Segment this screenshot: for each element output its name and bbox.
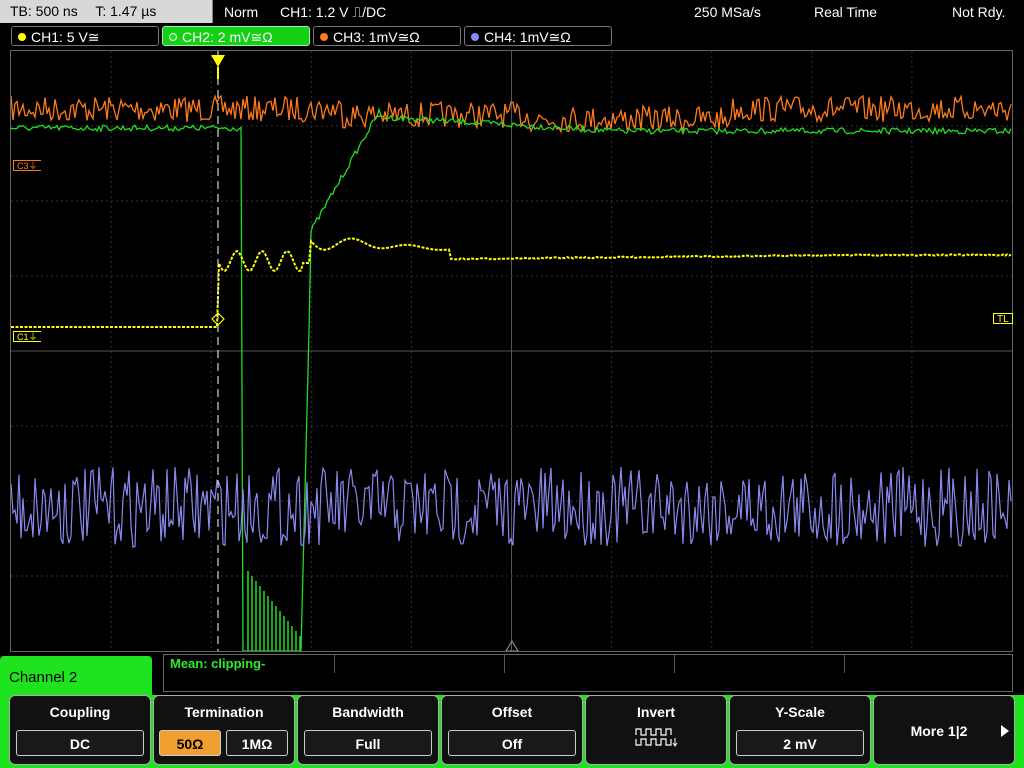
status-bar: TB: 500 ns T: 1.47 µs Norm CH1: 1.2 V ⎍/…	[0, 0, 1024, 24]
tab-ch3[interactable]: CH3: 1mV≅Ω	[313, 26, 461, 46]
bandwidth-value[interactable]: Full	[304, 730, 432, 756]
measurement-bar: Mean: clipping-	[163, 654, 1013, 692]
trigger-position-icon[interactable]	[211, 55, 225, 67]
invert-softkey[interactable]: Invert	[585, 695, 727, 765]
more-label: More 1|2	[910, 723, 968, 739]
bandwidth-softkey[interactable]: Bandwidth Full	[297, 695, 439, 765]
yscale-label: Y-Scale	[775, 704, 825, 720]
trigger-mode[interactable]: Norm	[224, 0, 258, 24]
termination-1m-ohm[interactable]: 1MΩ	[226, 730, 288, 756]
tab-ch2-label: CH2: 2 mV≅Ω	[182, 29, 273, 45]
ready-state: Not Rdy.	[952, 4, 1006, 20]
graticule	[11, 51, 1012, 651]
tab-ch1[interactable]: CH1: 5 V≅	[11, 26, 159, 46]
termination-softkey[interactable]: Termination 50Ω 1MΩ	[153, 695, 295, 765]
tab-ch2[interactable]: CH2: 2 mV≅Ω	[162, 26, 310, 46]
waveform-canvas	[11, 51, 1012, 651]
timebase-value: TB: 500 ns	[10, 3, 78, 19]
tab-ch3-label: CH3: 1mV≅Ω	[333, 29, 420, 45]
acquisition-mode[interactable]: Real Time	[814, 0, 877, 24]
chevron-right-icon	[1001, 725, 1009, 737]
termination-50-ohm[interactable]: 50Ω	[159, 730, 221, 756]
yscale-softkey[interactable]: Y-Scale 2 mV	[729, 695, 871, 765]
ch1-ground-marker[interactable]: C1⏚	[13, 331, 41, 342]
coupling-label: Coupling	[49, 704, 111, 720]
channel-tabs: CH1: 5 V≅ CH2: 2 mV≅Ω CH3: 1mV≅Ω CH4: 1m…	[0, 26, 1024, 48]
ch4-color-dot	[471, 33, 479, 42]
ch3-ground-marker[interactable]: C3⏚	[13, 160, 41, 171]
menu-title: Channel 2	[0, 656, 152, 700]
measurement-cell	[504, 655, 675, 673]
trigger-stem	[217, 67, 219, 79]
invert-label: Invert	[636, 704, 676, 720]
coupling-value[interactable]: DC	[16, 730, 144, 756]
ch3-color-dot	[320, 33, 328, 42]
measurement-cell	[674, 655, 845, 673]
yscale-value[interactable]: 2 mV	[736, 730, 864, 756]
trigger-level-marker[interactable]: TL	[993, 313, 1013, 325]
tab-ch4[interactable]: CH4: 1mV≅Ω	[464, 26, 612, 46]
trigger-time-value: T: 1.47 µs	[95, 3, 157, 19]
offset-label: Offset	[491, 704, 533, 720]
ch2-color-dot	[169, 33, 177, 42]
sample-rate: 250 MSa/s	[694, 4, 761, 20]
timebase-box[interactable]: TB: 500 ns T: 1.47 µs	[0, 0, 213, 23]
measurement-mean: Mean: clipping-	[170, 656, 266, 671]
ch2-spikes	[247, 571, 301, 651]
tab-ch4-label: CH4: 1mV≅Ω	[484, 29, 571, 45]
invert-waveform-icon	[635, 728, 678, 747]
offset-softkey[interactable]: Offset Off	[441, 695, 583, 765]
trigger-info[interactable]: CH1: 1.2 V ⎍/DC	[280, 0, 386, 24]
measurement-cell	[334, 655, 505, 673]
termination-label: Termination	[184, 704, 264, 720]
ch1-color-dot	[18, 33, 26, 42]
softkey-bar: Coupling DC Termination 50Ω 1MΩ Bandwidt…	[0, 695, 1024, 768]
offset-value[interactable]: Off	[448, 730, 576, 756]
bandwidth-label: Bandwidth	[332, 704, 404, 720]
waveform-display[interactable]: C3⏚ C1⏚ TL	[10, 50, 1013, 652]
tab-ch1-label: CH1: 5 V≅	[31, 29, 100, 45]
coupling-softkey[interactable]: Coupling DC	[9, 695, 151, 765]
more-softkey[interactable]: More 1|2	[873, 695, 1015, 765]
